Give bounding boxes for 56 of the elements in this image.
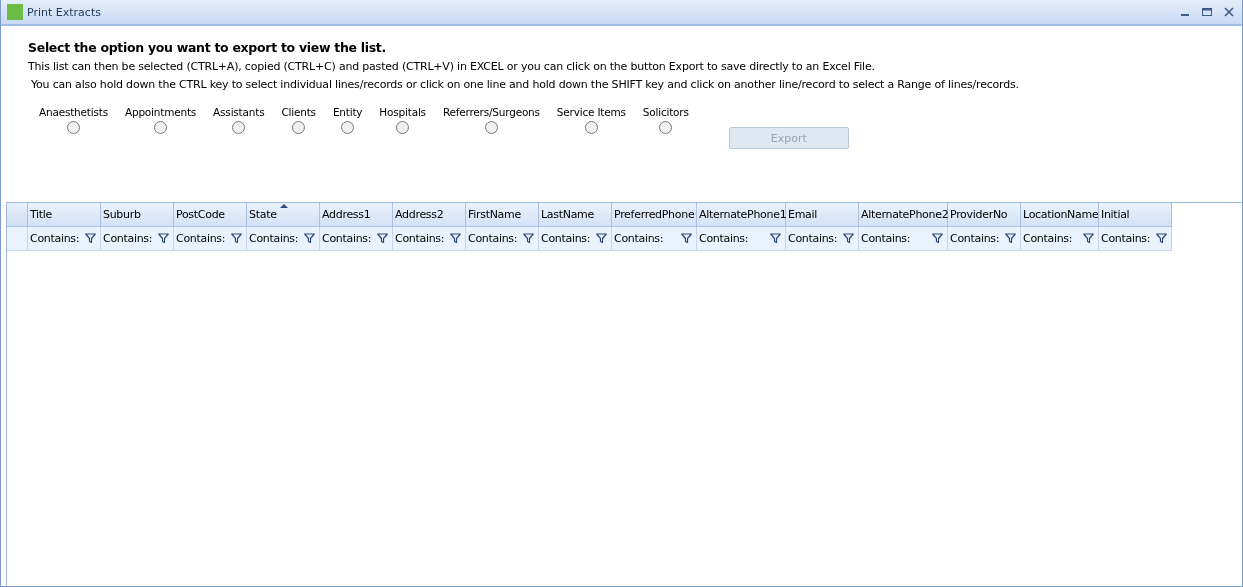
radio-button[interactable] <box>659 121 673 134</box>
radio-button[interactable] <box>396 121 410 134</box>
filter-icon[interactable] <box>1156 233 1167 244</box>
heading: Select the option you want to export to view the list. <box>28 40 387 55</box>
filter-icon[interactable] <box>843 233 854 244</box>
radio-button[interactable] <box>232 121 246 134</box>
column-header[interactable]: LocationName <box>1021 203 1099 227</box>
filter-icon[interactable] <box>231 233 242 244</box>
sort-arrow-icon <box>280 204 288 208</box>
option-label: Solicitors <box>642 106 689 118</box>
column-header[interactable]: ProviderNo <box>948 203 1021 227</box>
column-header[interactable]: LastName <box>539 203 612 227</box>
close-icon[interactable] <box>1224 7 1234 17</box>
column-header[interactable]: Initial <box>1099 203 1172 227</box>
column-header[interactable]: FirstName <box>466 203 539 227</box>
column-header[interactable]: Title <box>28 203 101 227</box>
window-title: Print Extracts <box>27 5 101 19</box>
option-label: Entity <box>332 106 363 118</box>
option-label: Referrers/Surgeons <box>442 106 540 118</box>
column-header[interactable]: Address1 <box>320 203 393 227</box>
filter-icon[interactable] <box>158 233 169 244</box>
instruction-text: You can also hold down the CTRL key to select individual lines/records or click on one line and hold down the SHIFT key and click on another line/record to select a Range of lines/records. <box>30 78 1020 91</box>
option-label: Hospitals <box>379 106 426 118</box>
maximize-icon[interactable] <box>1202 7 1212 17</box>
column-header[interactable]: AlternatePhone2 <box>859 203 948 227</box>
filter-icon[interactable] <box>377 233 388 244</box>
filter-icon[interactable] <box>85 233 96 244</box>
radio-button[interactable] <box>484 121 498 134</box>
radio-button[interactable] <box>584 121 598 134</box>
option-label: Service Items <box>556 106 626 118</box>
option-label: Appointments <box>124 106 197 118</box>
radio-button[interactable] <box>341 121 355 134</box>
instruction-text: This list can then be selected (CTRL+A), copied (CTRL+C) and pasted (CTRL+V) in EXCEL or you can click on the button Export to save directly to an Excel File. <box>28 60 876 73</box>
filter-icon[interactable] <box>770 233 781 244</box>
app-icon <box>7 4 23 20</box>
filter-icon[interactable] <box>1005 233 1016 244</box>
filter-icon[interactable] <box>681 233 692 244</box>
filter-icon[interactable] <box>1083 233 1094 244</box>
column-header[interactable]: Email <box>786 203 859 227</box>
radio-button[interactable] <box>292 121 306 134</box>
option-label: Anaesthetists <box>39 106 108 118</box>
column-header[interactable]: PreferredPhone <box>612 203 697 227</box>
filter-icon[interactable] <box>596 233 607 244</box>
column-header[interactable]: PostCode <box>174 203 247 227</box>
column-header[interactable]: State <box>247 203 320 227</box>
filter-icon[interactable] <box>304 233 315 244</box>
option-label: Assistants <box>213 106 265 118</box>
filter-icon[interactable] <box>523 233 534 244</box>
column-header[interactable]: Suburb <box>101 203 174 227</box>
option-label: Clients <box>281 106 316 118</box>
filter-icon[interactable] <box>450 233 461 244</box>
column-header[interactable]: AlternatePhone1 <box>697 203 786 227</box>
filter-icon[interactable] <box>932 233 943 244</box>
radio-button[interactable] <box>66 121 80 134</box>
radio-button[interactable] <box>154 121 167 134</box>
column-header[interactable]: Address2 <box>393 203 466 227</box>
